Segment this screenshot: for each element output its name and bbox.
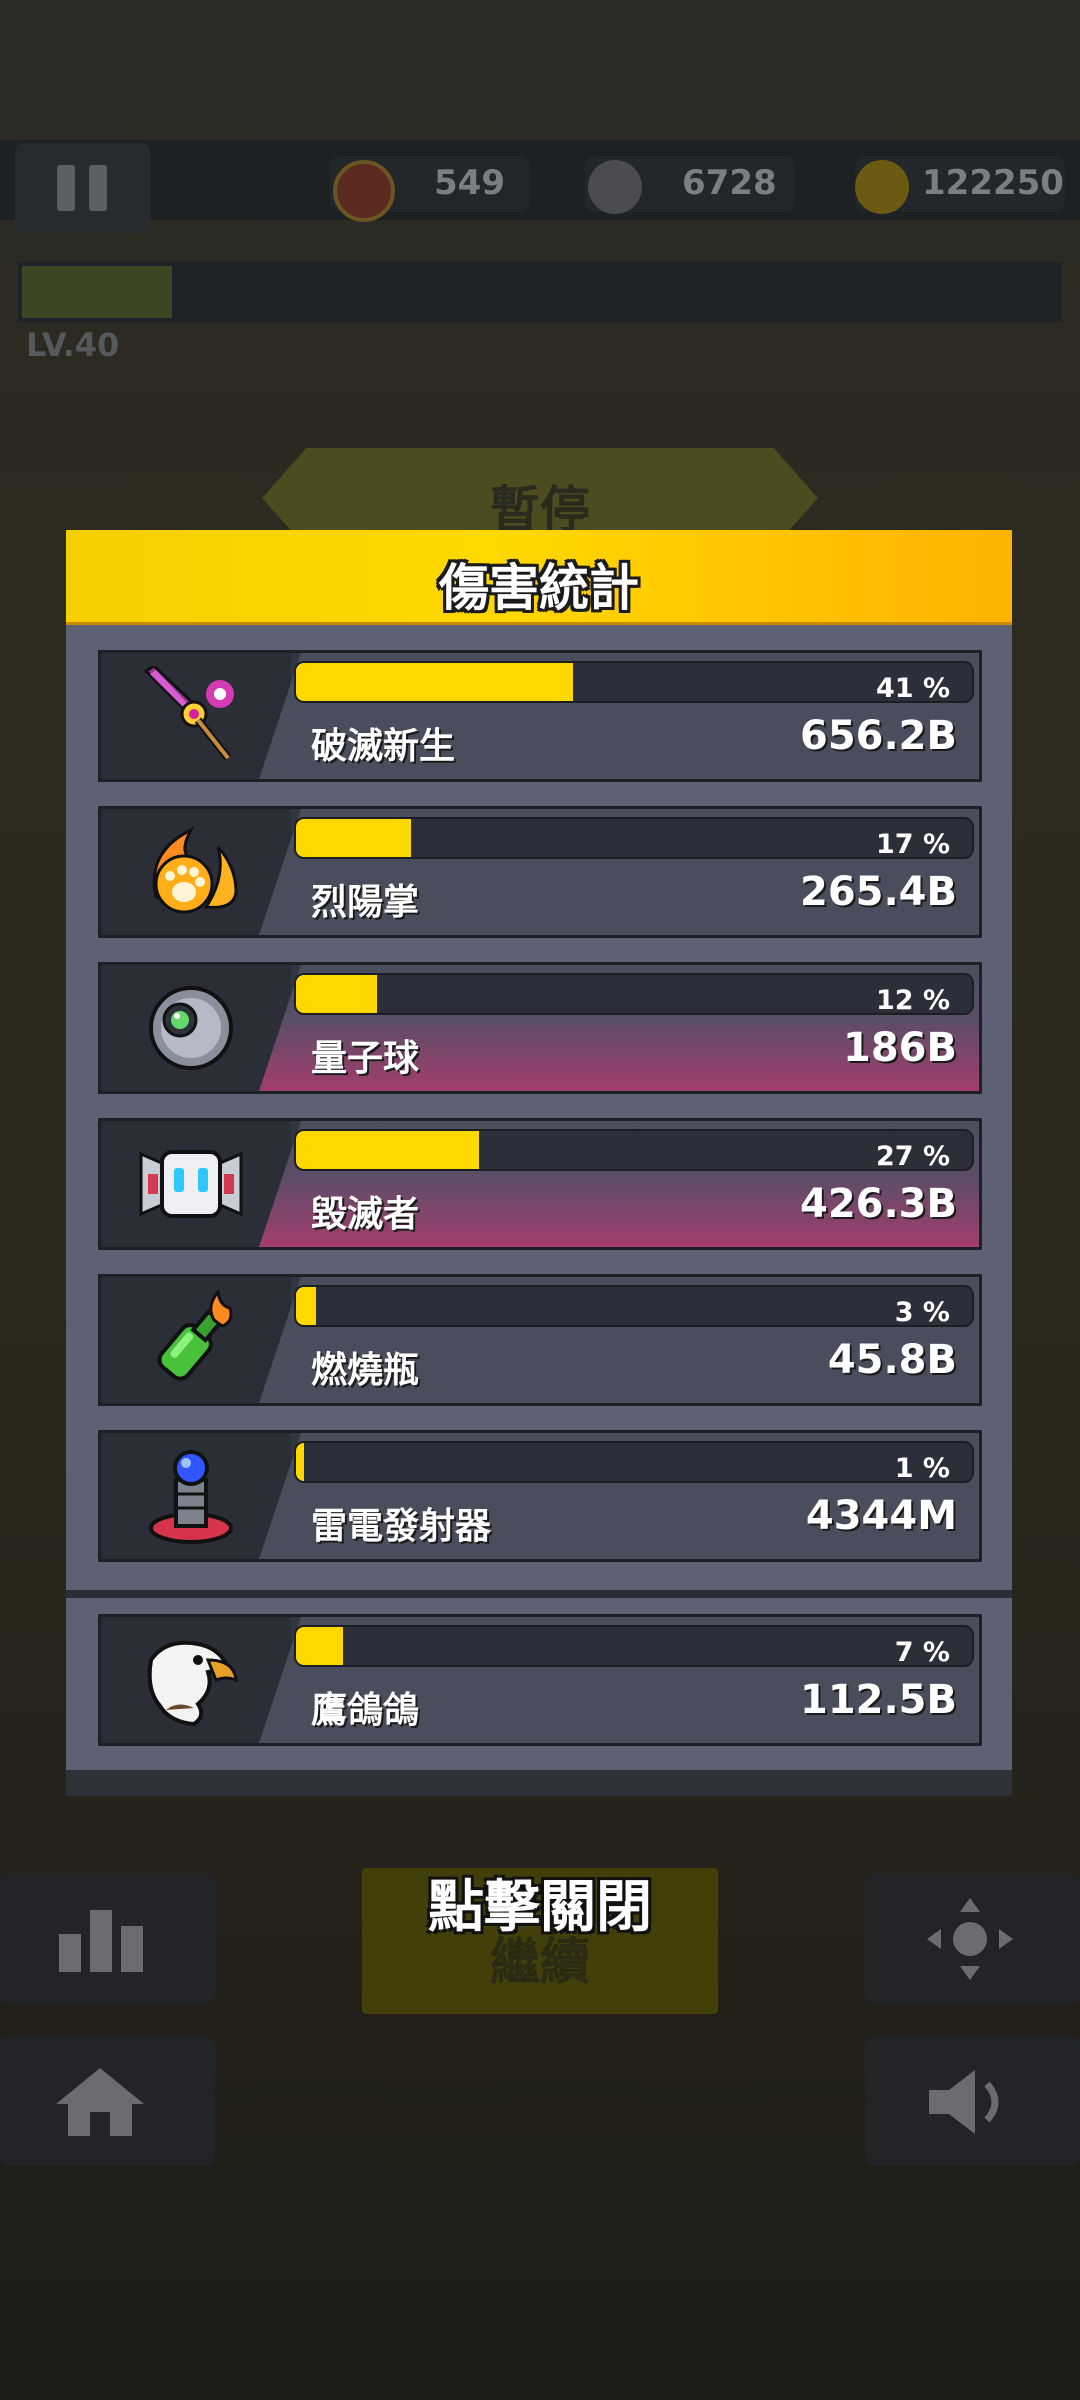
damage-percent: 1 %: [894, 1453, 950, 1483]
damage-share-fill: [296, 1131, 479, 1169]
damage-share-bar: 17 %: [294, 817, 974, 859]
speaker-icon: [929, 2070, 999, 2134]
purple-sword-icon: [143, 666, 234, 761]
tap-to-close-hint[interactable]: 點擊關閉: [0, 1862, 1080, 1943]
damage-percent: 17 %: [875, 829, 950, 859]
damage-percent: 7 %: [894, 1637, 950, 1667]
weapon-icon-box: [101, 1433, 291, 1559]
damage-share-bar: 27 %: [294, 1129, 974, 1171]
damage-stats-header: 傷害統計: [66, 530, 1012, 625]
weapon-name: 雷電發射器: [311, 1506, 492, 1547]
damage-percent: 27 %: [875, 1141, 950, 1171]
weapon-icon-box: [101, 965, 291, 1091]
weapon-name: 毀滅者: [311, 1194, 420, 1235]
weapon-icon-box: [101, 1277, 291, 1403]
companion-row: 7 % 鷹鴿鴿 112.5B: [98, 1614, 982, 1746]
weapon-row: 17 % 烈陽掌 265.4B: [98, 806, 982, 938]
level-label: LV.40: [26, 326, 120, 364]
damage-value: 265.4B: [799, 869, 957, 915]
damage-percent: 3 %: [894, 1297, 950, 1327]
damage-value: 656.2B: [799, 713, 957, 759]
weapon-icon-box: [101, 653, 291, 779]
damage-share-bar: 41 %: [294, 661, 974, 703]
dialog-title: 傷害統計: [439, 559, 639, 617]
robot-drone-icon: [139, 1150, 243, 1218]
damage-share-fill: [296, 1627, 344, 1665]
weapon-row: 3 % 燃燒瓶 45.8B: [98, 1274, 982, 1406]
tesla-coil-icon: [149, 1450, 233, 1544]
damage-share-fill: [296, 1287, 317, 1325]
damage-percent: 12 %: [875, 985, 950, 1015]
damage-share-bar: 3 %: [294, 1285, 974, 1327]
weapon-row: 27 % 毀滅者 426.3B: [98, 1118, 982, 1250]
home-icon: [56, 2068, 144, 2136]
weapon-icon-box: [101, 1121, 291, 1247]
xp-bar: [18, 262, 1062, 322]
damage-value: 4344M: [805, 1493, 957, 1539]
damage-share-fill: [296, 975, 378, 1013]
damage-share-fill: [296, 663, 574, 701]
eagle-icon: [147, 1640, 238, 1727]
section-divider: [66, 1590, 1012, 1598]
sound-button[interactable]: [865, 2036, 1080, 2166]
damage-share-bar: 1 %: [294, 1441, 974, 1483]
hearts-value: 549: [434, 163, 505, 203]
quantum-orb-icon: [149, 986, 233, 1070]
damage-percent: 41 %: [875, 673, 950, 703]
coins-value: 122250: [922, 163, 1064, 203]
companion-name: 鷹鴿鴿: [311, 1690, 420, 1731]
pause-icon: [57, 165, 75, 211]
weapon-row: 1 % 雷電發射器 4344M: [98, 1430, 982, 1562]
weapon-name: 量子球: [311, 1038, 420, 1079]
damage-share-bar: 12 %: [294, 973, 974, 1015]
damage-share-bar: 7 %: [294, 1625, 974, 1667]
xp-bar-fill: [22, 266, 172, 318]
damage-value: 186B: [843, 1025, 957, 1071]
weapon-row: 41 % 破滅新生 656.2B: [98, 650, 982, 782]
damage-value: 112.5B: [799, 1677, 957, 1723]
weapon-row: 12 % 量子球 186B: [98, 962, 982, 1094]
weapon-name: 破滅新生: [311, 726, 456, 767]
damage-share-fill: [296, 819, 411, 857]
pause-icon-bar: [89, 165, 107, 211]
heart-icon: [333, 160, 395, 222]
kills-value: 6728: [682, 163, 777, 203]
home-button[interactable]: [0, 2036, 215, 2166]
companion-icon-box: [101, 1617, 291, 1743]
damage-value: 426.3B: [799, 1181, 957, 1227]
molotov-icon: [157, 1290, 233, 1381]
flaming-paw-icon: [152, 826, 238, 914]
pause-button[interactable]: [15, 143, 150, 233]
damage-value: 45.8B: [827, 1337, 957, 1383]
weapon-name: 燃燒瓶: [311, 1350, 420, 1391]
weapon-name: 烈陽掌: [311, 882, 420, 923]
coin-icon: [855, 160, 909, 214]
weapon-icon-box: [101, 809, 291, 935]
skull-icon: [588, 160, 642, 214]
damage-share-fill: [296, 1443, 305, 1481]
panel-footer: [66, 1770, 1012, 1796]
